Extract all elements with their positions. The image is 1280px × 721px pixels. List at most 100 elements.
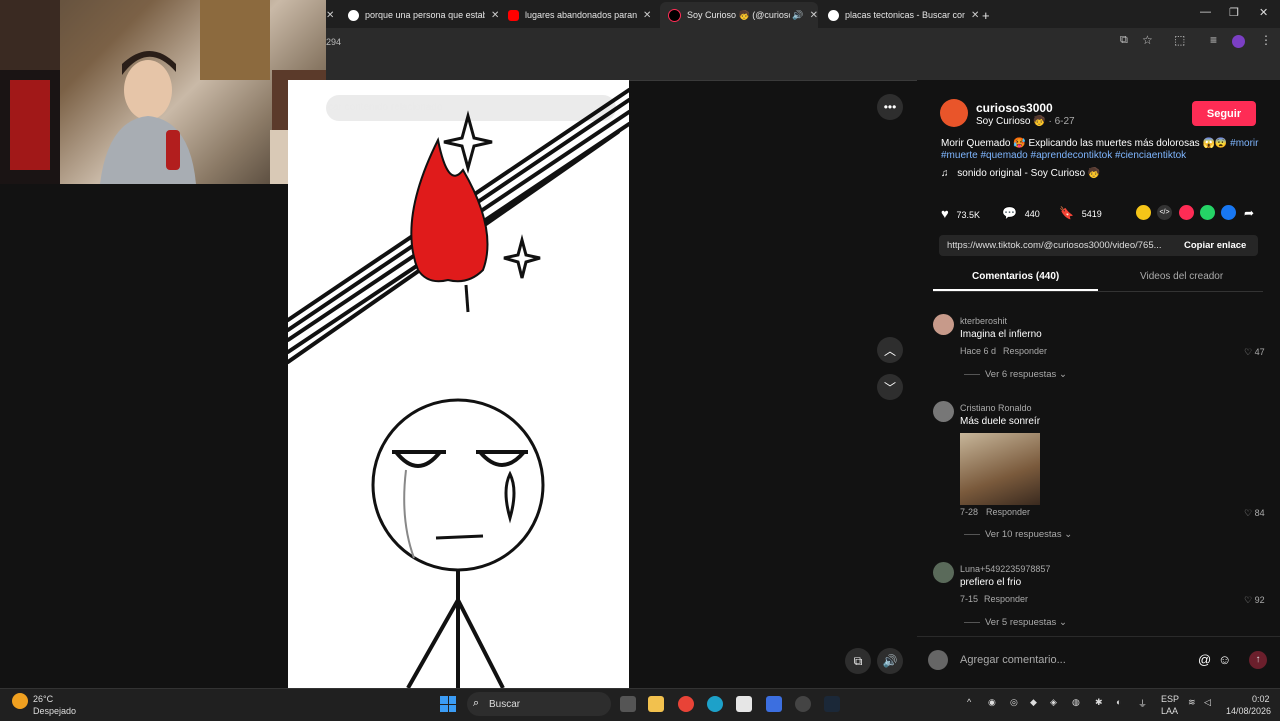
comment-like-button[interactable]: ♡ 47 [1244, 347, 1265, 358]
comment-username[interactable]: Luna+5492235978857 [960, 564, 1050, 574]
taskbar-search[interactable]: ⌕ Buscar [467, 692, 611, 716]
tray-app-icon[interactable]: ◎ [1010, 697, 1018, 708]
next-video-button[interactable]: ﹀ [877, 374, 903, 400]
reply-button[interactable]: Responder [984, 594, 1028, 604]
save-button[interactable]: 🔖 5419 [1059, 206, 1102, 220]
minimize-icon[interactable]: — [1200, 6, 1211, 18]
close-icon[interactable]: ✕ [491, 10, 499, 21]
microphone-icon[interactable]: ⏚ [1138, 697, 1147, 710]
speaker-icon[interactable]: 🔊 [792, 10, 803, 21]
app-icon[interactable] [795, 696, 811, 712]
translate-icon[interactable]: ⧉ [1120, 34, 1128, 47]
reply-button[interactable]: Responder [1003, 346, 1047, 356]
task-view-icon[interactable] [620, 696, 636, 712]
language-indicator[interactable]: ESP [1161, 694, 1179, 704]
store-icon[interactable] [736, 696, 752, 712]
hashtag-links[interactable]: #muerte #quemado #aprendecontiktok #cien… [941, 150, 1186, 161]
avatar[interactable] [933, 401, 954, 422]
picture-in-picture-button[interactable]: ⧉ [845, 648, 871, 674]
tray-app-icon[interactable]: ◈ [1050, 697, 1057, 708]
view-replies-button[interactable]: Ver 5 respuestas ⌄ [985, 617, 1067, 628]
sound-row[interactable]: ♫ sonido original - Soy Curioso 🧒 [941, 168, 1100, 179]
profile-avatar[interactable] [1232, 35, 1245, 48]
tab-creator-videos[interactable]: Videos del creador [1140, 271, 1223, 282]
media-icon[interactable]: ≡ [1210, 33, 1217, 47]
comment-like-button[interactable]: ♡ 92 [1244, 595, 1265, 606]
embed-icon[interactable]: </> [1157, 205, 1172, 220]
close-icon[interactable]: ✕ [643, 10, 651, 21]
comment-like-button[interactable]: ♡ 84 [1244, 508, 1265, 519]
avatar[interactable] [933, 562, 954, 583]
browser-tab[interactable]: lugares abandonados paranorm ✕ [500, 4, 651, 26]
close-icon[interactable]: ✕ [810, 10, 818, 21]
avatar[interactable] [933, 314, 954, 335]
related-search-input[interactable]: car contenido relacionado ⌕ [326, 95, 616, 121]
edge-icon[interactable] [707, 696, 723, 712]
tray-app-icon[interactable]: ◆ [1030, 697, 1037, 708]
maximize-icon[interactable]: ❐ [1229, 6, 1239, 19]
comment-like-count: 47 [1254, 347, 1265, 357]
close-icon[interactable]: ✕ [326, 10, 334, 21]
search-icon[interactable]: ⌕ [592, 100, 599, 115]
address-bar[interactable]: 294 ⧉ ☆ ⬚ ≡ ⋮ [326, 28, 1280, 56]
tray-app-icon[interactable]: ◉ [988, 697, 996, 708]
weather-icon[interactable] [12, 693, 28, 709]
follow-button[interactable]: Seguir [1192, 101, 1256, 126]
browser-tab-active[interactable]: Soy Curioso 🧒 (@curiosos 🔊 ✕ [660, 2, 818, 28]
view-replies-button[interactable]: Ver 10 respuestas ⌄ [985, 529, 1072, 540]
chevron-up-icon: ︿ [883, 343, 896, 358]
previous-video-button[interactable]: ︿ [877, 337, 903, 363]
creator-username[interactable]: curiosos3000 [976, 101, 1053, 115]
browser-tab[interactable]: porque una persona que estab ✕ [340, 4, 499, 26]
comment-input[interactable]: Agregar comentario... [960, 654, 1066, 666]
clock-date[interactable]: 14/08/2026 [1226, 706, 1271, 716]
language-layout[interactable]: LAA [1161, 706, 1178, 716]
taskbar-search-label: Buscar [489, 699, 521, 710]
weather-desc[interactable]: Despejado [33, 706, 76, 716]
copy-link-button[interactable]: Copiar enlace [1184, 240, 1246, 251]
star-icon[interactable]: ☆ [1142, 33, 1153, 47]
comment-button[interactable]: 💬 440 [1002, 206, 1040, 220]
send-icon[interactable] [1179, 205, 1194, 220]
tab-title: porque una persona que estab [365, 10, 485, 20]
extensions-icon[interactable]: ⬚ [1174, 33, 1185, 47]
menu-dots-icon[interactable]: ⋮ [1260, 33, 1272, 47]
coin-icon[interactable] [1136, 205, 1151, 220]
close-window-icon[interactable]: ✕ [1259, 6, 1268, 19]
start-button[interactable] [440, 696, 456, 712]
clock-time[interactable]: 0:02 [1252, 694, 1270, 704]
speaker-icon[interactable]: ◁ [1204, 697, 1211, 708]
hashtag-link[interactable]: #morir [1230, 138, 1258, 149]
whatsapp-icon[interactable] [1200, 205, 1215, 220]
creator-avatar[interactable] [940, 99, 968, 127]
comment-username[interactable]: Cristiano Ronaldo [960, 403, 1032, 413]
weather-temp[interactable]: 26°C [33, 694, 53, 704]
share-arrow-icon[interactable]: ➦ [1244, 206, 1254, 220]
facebook-icon[interactable] [1221, 205, 1236, 220]
wifi-icon[interactable]: ≋ [1188, 697, 1196, 708]
chevron-up-icon[interactable]: ^ [967, 697, 971, 707]
video-player[interactable] [288, 80, 629, 688]
browser-tab[interactable]: placas tectonicas - Buscar con ✕ [820, 4, 979, 26]
steam-icon[interactable] [824, 696, 840, 712]
tray-app-icon[interactable]: ◐ [1116, 697, 1121, 707]
more-options-button[interactable]: ••• [877, 94, 903, 120]
post-comment-button[interactable]: ↑ [1249, 651, 1267, 669]
new-tab-button[interactable]: + [982, 4, 990, 26]
view-replies-button[interactable]: Ver 6 respuestas ⌄ [985, 369, 1067, 380]
volume-button[interactable]: 🔊 [877, 648, 903, 674]
comment-username[interactable]: kterberoshit [960, 316, 1007, 326]
reply-button[interactable]: Responder [986, 507, 1030, 517]
comment-image[interactable] [960, 433, 1040, 505]
like-button[interactable]: ♥ 73.5K [941, 206, 980, 221]
tab-comments[interactable]: Comentarios (440) [972, 271, 1059, 282]
close-icon[interactable]: ✕ [971, 10, 979, 21]
mention-icon[interactable]: @ [1198, 652, 1211, 667]
emoji-icon[interactable]: ☺ [1218, 652, 1231, 667]
tray-app-icon[interactable]: ◍ [1072, 697, 1080, 708]
chrome-icon[interactable] [678, 696, 694, 712]
mail-icon[interactable] [766, 696, 782, 712]
tray-app-icon[interactable]: ✱ [1095, 697, 1103, 708]
file-explorer-icon[interactable] [648, 696, 664, 712]
comment-like-count: 92 [1254, 595, 1265, 605]
